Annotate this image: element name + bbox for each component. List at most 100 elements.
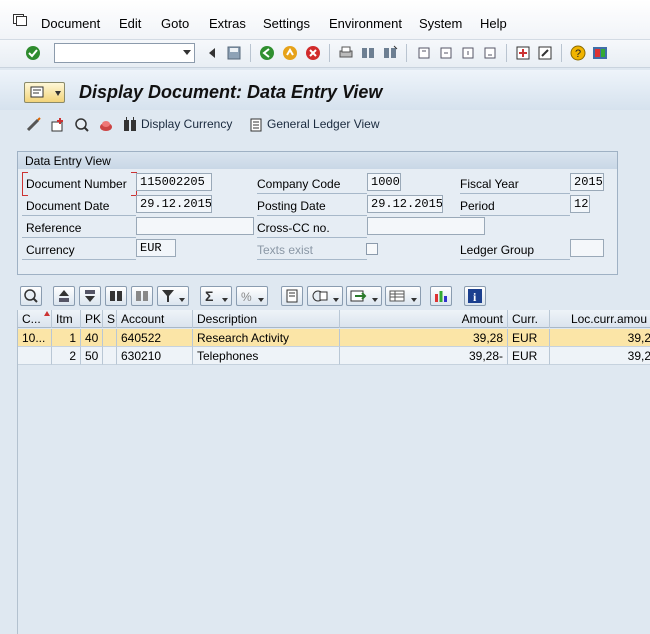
other-document-button[interactable] bbox=[24, 82, 65, 103]
overview-icon[interactable] bbox=[74, 117, 90, 133]
info-icon: i bbox=[468, 289, 482, 304]
cell-currency: EUR bbox=[508, 329, 550, 347]
display-change-icon[interactable] bbox=[26, 117, 42, 133]
graphic-button[interactable] bbox=[430, 286, 452, 306]
print-icon[interactable] bbox=[338, 45, 354, 61]
menu-document[interactable]: Document bbox=[41, 16, 100, 31]
cell-amount: 39,28- bbox=[340, 347, 508, 365]
column-header-s[interactable]: S bbox=[103, 310, 117, 328]
menu-goto[interactable]: Goto bbox=[161, 16, 189, 31]
display-currency-button[interactable]: Display Currency bbox=[141, 117, 232, 131]
currency-icon[interactable] bbox=[122, 117, 138, 133]
dropdown-arrow-icon bbox=[55, 91, 61, 96]
document-date-label: Document Date bbox=[26, 199, 110, 213]
layout-icon bbox=[389, 290, 417, 302]
find-icon[interactable] bbox=[360, 45, 376, 61]
document-number-label: Document Number bbox=[26, 177, 127, 191]
svg-text:Σ: Σ bbox=[205, 288, 213, 304]
find-button[interactable] bbox=[105, 286, 127, 306]
collapse-left-icon[interactable] bbox=[204, 45, 220, 61]
back-icon[interactable] bbox=[259, 45, 275, 61]
label-underline bbox=[257, 259, 367, 260]
find-next-button[interactable] bbox=[131, 286, 153, 306]
chart-icon bbox=[435, 291, 447, 302]
separator bbox=[329, 44, 330, 62]
column-header-description[interactable]: Description bbox=[193, 310, 340, 328]
fiscal-year-field[interactable]: 2015 bbox=[570, 173, 604, 191]
menu-settings[interactable]: Settings bbox=[263, 16, 310, 31]
print-preview-button[interactable] bbox=[281, 286, 303, 306]
svg-text:%: % bbox=[241, 290, 252, 304]
label-underline bbox=[22, 259, 136, 260]
cell-pk: 50 bbox=[81, 347, 103, 365]
cell-item: 2 bbox=[52, 347, 81, 365]
next-page-icon[interactable] bbox=[460, 45, 476, 61]
column-header-local-amount[interactable]: Loc.curr.amou bbox=[550, 310, 650, 328]
menu-extras[interactable]: Extras bbox=[209, 16, 246, 31]
cell-local-amount: 39,2 bbox=[550, 329, 650, 347]
focus-bracket bbox=[22, 172, 28, 196]
column-header-currency[interactable]: Curr. bbox=[508, 310, 550, 328]
menu-environment[interactable]: Environment bbox=[329, 16, 402, 31]
menu-help[interactable]: Help bbox=[480, 16, 507, 31]
sort-descending-button[interactable] bbox=[79, 286, 101, 306]
cell-amount: 39,28 bbox=[340, 329, 508, 347]
column-header-item[interactable]: Itm bbox=[52, 310, 81, 328]
posting-date-label: Posting Date bbox=[257, 199, 326, 213]
page-title: Display Document: Data Entry View bbox=[79, 82, 383, 102]
column-header-pk[interactable]: PK bbox=[81, 310, 103, 328]
hierarchy-icon[interactable] bbox=[50, 117, 66, 133]
ledger-icon[interactable] bbox=[248, 117, 264, 133]
reference-field[interactable] bbox=[136, 217, 254, 235]
table-row[interactable]: 10... 1 40 640522 Research Activity 39,2… bbox=[18, 329, 650, 347]
command-field[interactable] bbox=[54, 43, 195, 63]
last-page-icon[interactable] bbox=[482, 45, 498, 61]
export-icon bbox=[350, 290, 378, 302]
create-session-icon[interactable] bbox=[515, 45, 531, 61]
first-page-icon[interactable] bbox=[416, 45, 432, 61]
sort-ascending-button[interactable] bbox=[53, 286, 75, 306]
help-icon[interactable]: ? bbox=[570, 45, 586, 61]
document-date-field[interactable]: 29.12.2015 bbox=[136, 195, 212, 213]
subtotal-button[interactable]: % bbox=[236, 286, 268, 306]
previous-page-icon[interactable] bbox=[438, 45, 454, 61]
system-menu-icon[interactable] bbox=[13, 14, 27, 26]
sort-ascending-icon bbox=[59, 290, 69, 302]
chevron-down-icon[interactable] bbox=[183, 50, 191, 55]
posting-date-field[interactable]: 29.12.2015 bbox=[367, 195, 443, 213]
sum-button[interactable]: Σ bbox=[200, 286, 232, 306]
menu-system[interactable]: System bbox=[419, 16, 462, 31]
company-code-field[interactable]: 1000 bbox=[367, 173, 401, 191]
cross-cc-field[interactable] bbox=[367, 217, 485, 235]
column-header-account[interactable]: Account bbox=[117, 310, 193, 328]
menu-edit[interactable]: Edit bbox=[119, 16, 141, 31]
find-next-icon[interactable] bbox=[382, 45, 398, 61]
ledger-group-field[interactable] bbox=[570, 239, 604, 257]
views-button[interactable] bbox=[307, 286, 343, 306]
line-items-grid: C... Itm PK S Account Description Amount… bbox=[17, 310, 650, 634]
column-header-amount[interactable]: Amount bbox=[340, 310, 508, 328]
company-code-label: Company Code bbox=[257, 177, 341, 191]
export-button[interactable] bbox=[346, 286, 382, 306]
filter-button[interactable] bbox=[157, 286, 189, 306]
exit-icon[interactable] bbox=[282, 45, 298, 61]
cancel-icon[interactable] bbox=[305, 45, 321, 61]
cell-local-amount: 39,2 bbox=[550, 347, 650, 365]
layout-button[interactable] bbox=[385, 286, 421, 306]
document-number-field[interactable]: 115002205 bbox=[136, 173, 212, 191]
currency-field[interactable]: EUR bbox=[136, 239, 176, 257]
taxes-icon[interactable] bbox=[98, 117, 114, 133]
shortcut-icon[interactable] bbox=[537, 45, 553, 61]
layout-menu-icon[interactable] bbox=[592, 45, 608, 61]
enter-check-icon[interactable] bbox=[25, 45, 41, 61]
information-button[interactable]: i bbox=[464, 286, 486, 306]
table-row[interactable]: 2 50 630210 Telephones 39,28- EUR 39,2 bbox=[18, 347, 650, 365]
save-icon[interactable] bbox=[226, 45, 242, 61]
texts-exist-checkbox[interactable] bbox=[366, 243, 378, 255]
details-button[interactable] bbox=[20, 286, 42, 306]
separator bbox=[250, 44, 251, 62]
period-field[interactable]: 12 bbox=[570, 195, 590, 213]
period-label: Period bbox=[460, 199, 495, 213]
cell-currency: EUR bbox=[508, 347, 550, 365]
general-ledger-view-button[interactable]: General Ledger View bbox=[267, 117, 380, 131]
